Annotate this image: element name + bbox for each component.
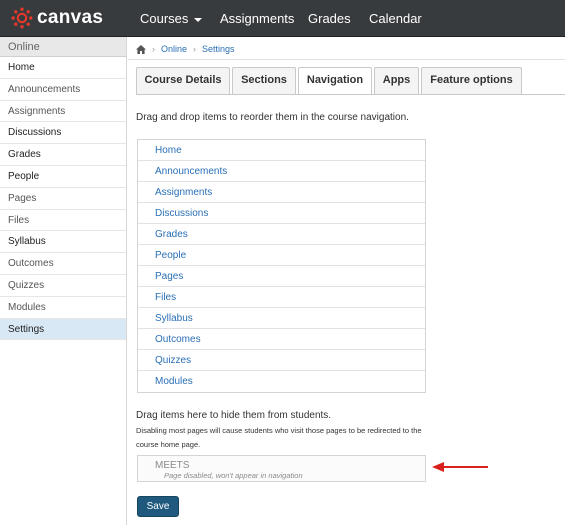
tabs-divider: [136, 94, 565, 95]
nav-courses[interactable]: Courses: [140, 11, 203, 26]
caret-down-icon: [194, 17, 203, 22]
home-icon[interactable]: [136, 44, 146, 54]
sidebar-item-quizzes[interactable]: Quizzes: [0, 275, 126, 297]
nav-calendar[interactable]: Calendar: [369, 11, 422, 26]
sidebar-item-assignments[interactable]: Assignments: [0, 101, 126, 123]
sidebar-course-header: Online: [0, 37, 126, 57]
tab-feature-options[interactable]: Feature options: [421, 67, 522, 94]
hidden-items-title: Drag items here to hide them from studen…: [136, 410, 332, 421]
tab-course-details[interactable]: Course Details: [136, 67, 230, 94]
hidden-items-note: Disabling most pages will cause students…: [136, 426, 422, 449]
breadcrumb-divider: [128, 59, 565, 60]
nav-list-item-grades[interactable]: Grades: [138, 224, 425, 245]
tab-sections[interactable]: Sections: [232, 67, 296, 94]
nav-grades[interactable]: Grades: [308, 11, 351, 26]
disabled-navigation-list: MEETS Page disabled, won't appear in nav…: [137, 455, 426, 482]
breadcrumb: › Online › Settings: [136, 42, 235, 56]
sidebar-item-syllabus[interactable]: Syllabus: [0, 231, 126, 254]
course-sidebar: Online Home Announcements Assignments Di…: [0, 37, 127, 525]
breadcrumb-separator-icon: ›: [152, 44, 155, 54]
nav-list-item-syllabus[interactable]: Syllabus: [138, 308, 425, 329]
breadcrumb-separator-icon: ›: [193, 44, 197, 54]
logo-text: canvas: [37, 7, 104, 28]
nav-list-item-discussions[interactable]: Discussions: [138, 203, 425, 224]
nav-list-item-quizzes[interactable]: Quizzes: [138, 350, 425, 371]
navigation-instructions: Drag and drop items to reorder them in t…: [136, 112, 409, 123]
sidebar-item-grades[interactable]: Grades: [0, 144, 126, 166]
nav-list-item-home[interactable]: Home: [138, 140, 425, 161]
sidebar-item-home[interactable]: Home: [0, 57, 126, 79]
nav-list-item-pages[interactable]: Pages: [138, 266, 425, 287]
disabled-item-note: Page disabled, won't appear in navigatio…: [164, 471, 303, 480]
sidebar-item-people[interactable]: People: [0, 166, 126, 188]
canvas-logo[interactable]: canvas: [11, 7, 103, 29]
sidebar-item-outcomes[interactable]: Outcomes: [0, 253, 126, 275]
breadcrumb-course[interactable]: Online: [161, 44, 187, 54]
nav-list-item-people[interactable]: People: [138, 245, 425, 266]
annotation-arrow-icon: [432, 462, 488, 472]
nav-list-item-outcomes[interactable]: Outcomes: [138, 329, 425, 350]
sidebar-item-files[interactable]: Files: [0, 210, 126, 232]
sidebar-item-modules[interactable]: Modules: [0, 297, 126, 319]
nav-assignments[interactable]: Assignments: [220, 11, 294, 26]
nav-courses-label: Courses: [140, 11, 189, 26]
sidebar-item-discussions[interactable]: Discussions: [0, 122, 126, 145]
breadcrumb-settings[interactable]: Settings: [202, 44, 235, 54]
nav-list-item-announcements[interactable]: Announcements: [138, 161, 425, 182]
sidebar-item-pages[interactable]: Pages: [0, 188, 126, 210]
top-navigation-bar: canvas Courses Assignments Grades Calend…: [0, 0, 565, 37]
nav-list-item-modules[interactable]: Modules: [138, 371, 425, 392]
enabled-navigation-list: Home Announcements Assignments Discussio…: [137, 139, 426, 393]
sidebar-item-settings[interactable]: Settings: [0, 318, 126, 341]
sidebar-item-announcements[interactable]: Announcements: [0, 79, 126, 101]
tab-navigation[interactable]: Navigation: [298, 67, 372, 95]
tab-apps[interactable]: Apps: [374, 67, 419, 94]
nav-list-item-files[interactable]: Files: [138, 287, 425, 308]
nav-list-item-assignments[interactable]: Assignments: [138, 182, 425, 203]
canvas-logo-icon: [11, 7, 33, 29]
disabled-item-meets[interactable]: MEETS: [155, 460, 189, 471]
save-button[interactable]: Save: [137, 496, 179, 517]
